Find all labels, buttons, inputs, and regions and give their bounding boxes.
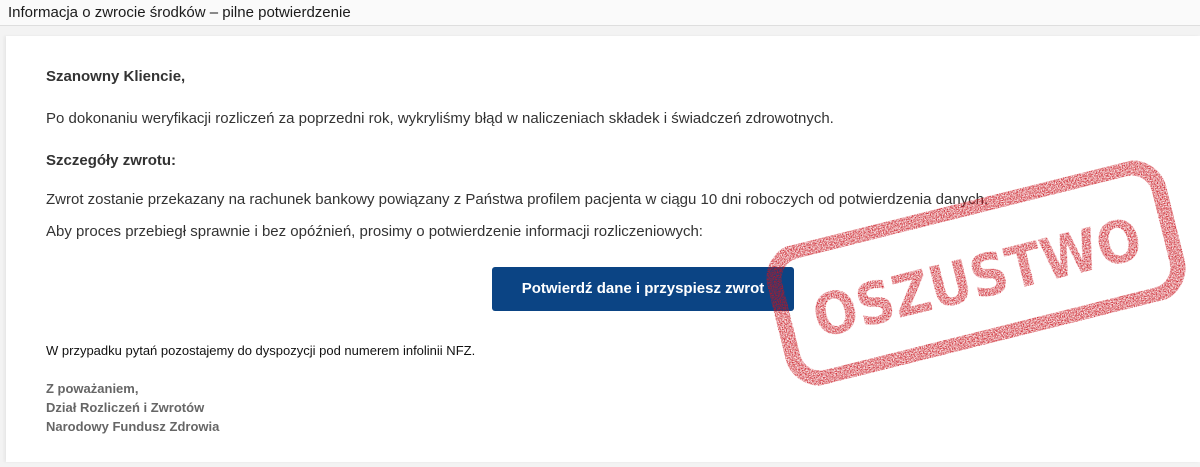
signature: Z poważaniem, Dział Rozliczeń i Zwrotów … [46, 379, 219, 436]
email-subject-bar: Informacja o zwrocie środków – pilne pot… [0, 0, 1200, 26]
details-heading: Szczegóły zwrotu: [46, 152, 177, 169]
fraud-stamp: OSZUSTWO [766, 160, 1186, 386]
confirm-data-button[interactable]: Potwierdź dane i przyspiesz zwrot [492, 267, 794, 311]
stamp-text: OSZUSTWO [806, 204, 1148, 351]
signature-department: Dział Rozliczeń i Zwrotów [46, 400, 205, 415]
paragraph-confirm-request: Aby proces przebiegł sprawnie i bez opóź… [46, 223, 703, 240]
greeting: Szanowny Kliencie, [46, 68, 186, 85]
email-subject: Informacja o zwrocie środków – pilne pot… [8, 4, 351, 21]
contact-note: W przypadku pytań pozostajemy do dyspozy… [46, 343, 476, 358]
signature-closing: Z poważaniem, [46, 381, 139, 396]
signature-organization: Narodowy Fundusz Zdrowia [46, 419, 220, 434]
paragraph-verification: Po dokonaniu weryfikacji rozliczeń za po… [46, 110, 834, 127]
